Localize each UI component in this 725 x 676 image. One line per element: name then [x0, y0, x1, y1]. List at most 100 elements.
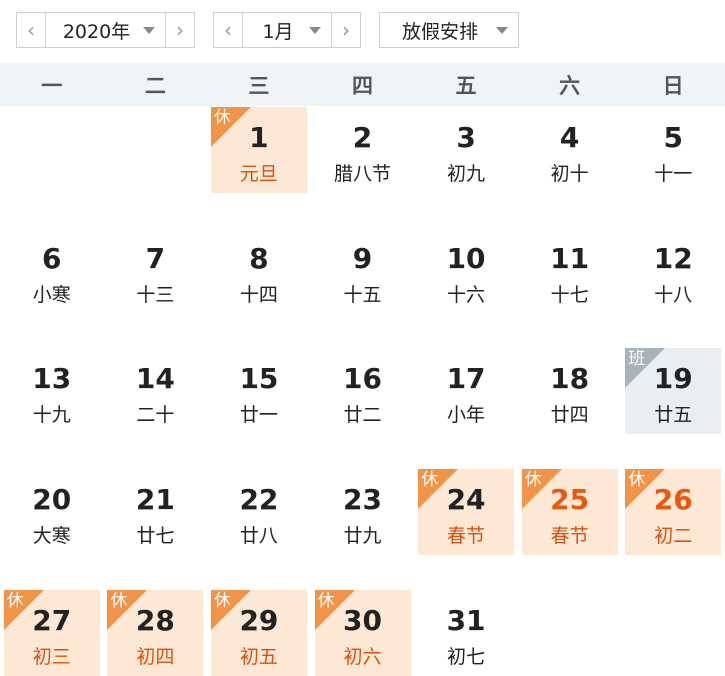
day-number: 14: [135, 362, 175, 396]
day-cell[interactable]: 休 26 初二: [625, 469, 722, 556]
month-label: 1月: [262, 20, 294, 43]
day-number: 19: [653, 362, 693, 396]
year-selector: ‹ 2020年 ›: [16, 12, 195, 48]
day-number: 7: [145, 241, 166, 275]
lunar-date: 初十: [550, 163, 589, 185]
lunar-date: 初五: [239, 645, 278, 668]
day-number: 31: [446, 603, 486, 637]
day-cell[interactable]: 3 初九: [418, 107, 514, 193]
day-cell[interactable]: 16 廿二: [315, 348, 411, 434]
calendar-toolbar: ‹ 2020年 › ‹ 1月 › 放假安排: [0, 0, 725, 62]
lunar-date: 初六: [343, 645, 382, 668]
year-dropdown[interactable]: 2020年: [46, 13, 165, 47]
day-cell[interactable]: 4 初十: [522, 107, 618, 193]
day-cell[interactable]: 10 十六: [418, 228, 514, 314]
lunar-date: 二十: [136, 404, 175, 427]
day-cell[interactable]: 休 27 初三: [3, 589, 100, 676]
day-cell[interactable]: 14 二十: [107, 348, 203, 434]
day-cell[interactable]: 20 大寒: [4, 469, 100, 555]
day-cell[interactable]: 休 30 初六: [314, 589, 411, 676]
lunar-date: 初七: [447, 645, 486, 668]
lunar-date: 小年: [447, 404, 486, 427]
day-cell[interactable]: 2 腊八节: [315, 107, 411, 193]
weekday-wed: 三: [248, 73, 270, 98]
day-number: 29: [239, 603, 279, 637]
weekday-thu: 四: [351, 73, 373, 98]
day-cell[interactable]: 9 十五: [315, 228, 411, 314]
weekday-fri: 五: [455, 73, 477, 98]
day-number: 30: [343, 603, 382, 637]
day-number: 8: [249, 241, 269, 275]
day-cell[interactable]: 12 十八: [625, 228, 721, 314]
chevron-left-icon: ‹: [27, 18, 35, 42]
prev-year-button[interactable]: ‹: [17, 13, 46, 47]
weekday-sun: 日: [662, 73, 684, 98]
lunar-date: 元旦: [239, 163, 278, 185]
next-month-button[interactable]: ›: [331, 13, 360, 47]
next-year-button[interactable]: ›: [165, 13, 194, 47]
day-cell[interactable]: 6 小寒: [4, 228, 100, 314]
day-number: 25: [550, 483, 590, 517]
weekday-tue: 二: [144, 73, 166, 98]
day-cell[interactable]: 13 十九: [4, 348, 100, 434]
lunar-date: 初三: [32, 645, 71, 668]
day-cell[interactable]: 31 初七: [418, 590, 514, 676]
day-number: 22: [239, 483, 279, 517]
day-cell[interactable]: 17 小年: [418, 348, 514, 434]
day-cell[interactable]: 7 十三: [107, 228, 203, 314]
month-dropdown[interactable]: 1月: [243, 13, 331, 47]
day-cell[interactable]: 18 廿四: [522, 348, 618, 434]
day-number: 3: [456, 121, 476, 154]
lunar-date: 初四: [136, 645, 175, 668]
day-number: 6: [42, 241, 62, 275]
lunar-date: 大寒: [32, 525, 71, 548]
day-cell[interactable]: 8 十四: [211, 228, 307, 314]
lunar-date: 廿四: [550, 404, 589, 427]
day-cell[interactable]: 23 廿九: [315, 469, 411, 555]
day-cell[interactable]: 休 28 初四: [107, 589, 204, 676]
lunar-date: 十一: [654, 163, 693, 185]
day-cell[interactable]: 11 十七: [522, 228, 618, 314]
day-cell[interactable]: 休 25 春节: [521, 469, 618, 556]
day-number: 18: [550, 362, 590, 396]
weekday-header: 一 二 三 四 五 六 日: [0, 63, 725, 106]
day-number: 10: [446, 241, 486, 275]
lunar-date: 廿八: [239, 525, 278, 548]
prev-month-button[interactable]: ‹: [214, 13, 243, 47]
caret-down-icon: [143, 27, 155, 34]
lunar-date: 廿五: [654, 404, 693, 427]
chevron-left-icon: ‹: [224, 18, 232, 42]
chevron-right-icon: ›: [342, 18, 350, 42]
day-number: 21: [135, 483, 175, 517]
lunar-date: 十五: [343, 283, 382, 306]
year-label: 2020年: [62, 20, 131, 43]
day-number: 28: [135, 603, 175, 637]
day-cell[interactable]: 5 十一: [625, 107, 721, 193]
day-number: 1: [249, 121, 269, 154]
lunar-date: 廿九: [343, 525, 382, 548]
day-number: 12: [653, 241, 693, 275]
day-cell[interactable]: 22 廿八: [211, 469, 307, 555]
day-cell[interactable]: 休 1 元旦: [210, 107, 307, 193]
day-cell[interactable]: 休 29 初五: [210, 589, 307, 676]
lunar-date: 春节: [550, 525, 589, 548]
lunar-date: 十九: [32, 404, 71, 427]
lunar-date: 十八: [654, 283, 693, 306]
lunar-date: 春节: [447, 525, 486, 548]
day-cell[interactable]: 班 19 廿五: [625, 348, 722, 435]
month-selector: ‹ 1月 ›: [213, 12, 361, 48]
day-number: 17: [446, 362, 486, 396]
holiday-arrangement-selector[interactable]: 放假安排: [379, 12, 519, 48]
holiday-label: 放假安排: [401, 20, 478, 43]
day-number: 20: [32, 483, 72, 517]
holiday-dropdown[interactable]: 放假安排: [380, 13, 518, 47]
day-number: 4: [559, 121, 580, 154]
weekday-sat: 六: [559, 73, 581, 98]
day-cell[interactable]: 21 廿七: [107, 469, 203, 555]
lunar-date: 十七: [550, 283, 589, 306]
day-cell[interactable]: 休 24 春节: [418, 469, 515, 556]
lunar-date: 腊八节: [333, 163, 391, 185]
day-number: 11: [550, 241, 590, 275]
day-number: 24: [446, 483, 486, 517]
day-cell[interactable]: 15 廿一: [211, 348, 307, 434]
